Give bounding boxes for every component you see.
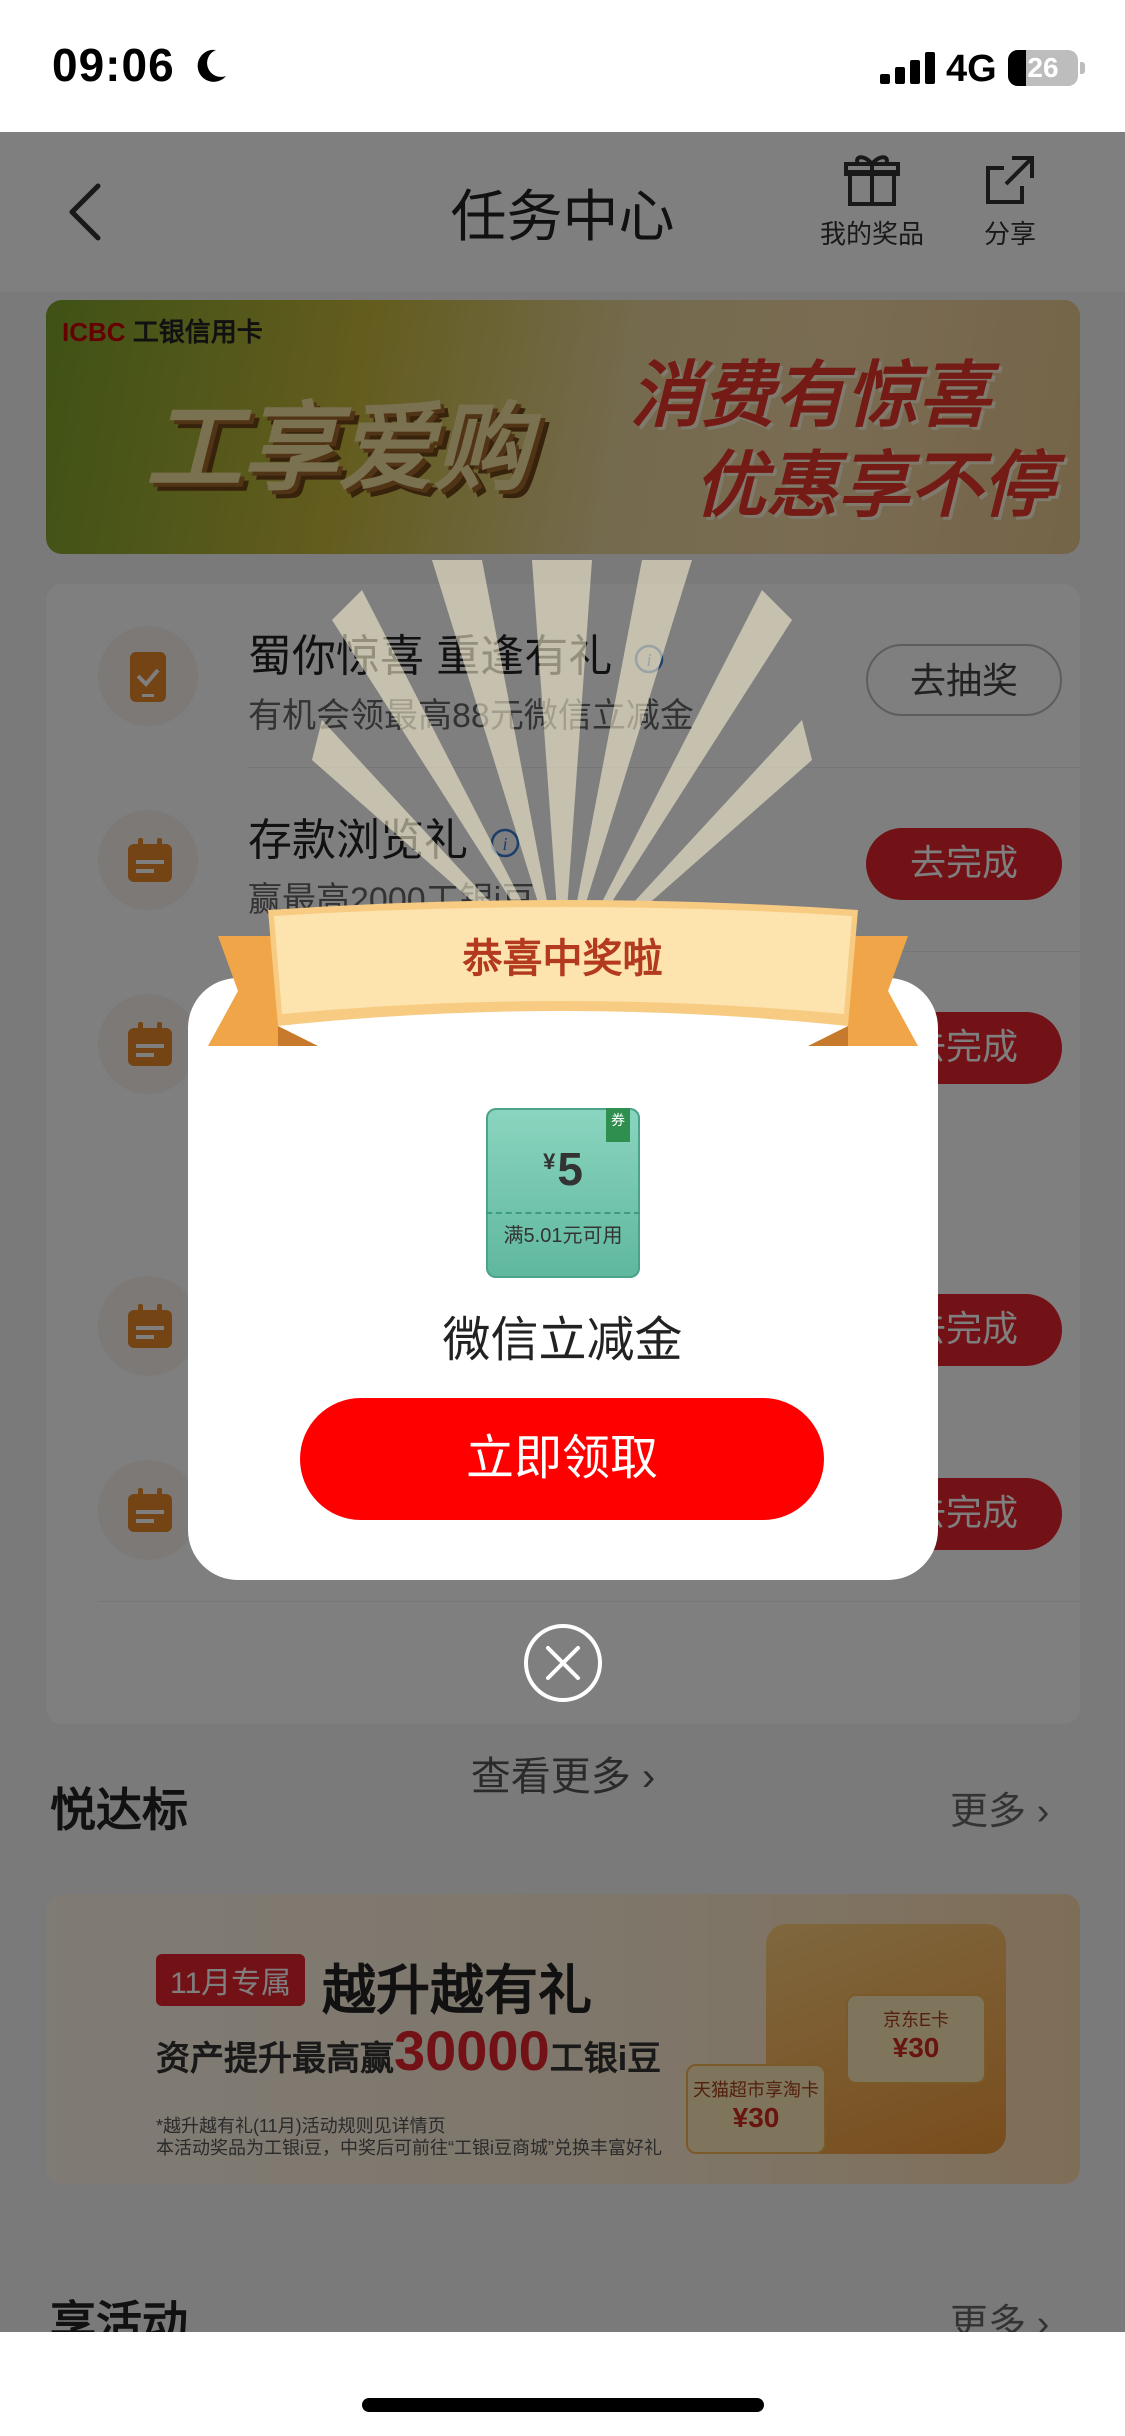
coupon-tag: 券: [606, 1108, 630, 1142]
coupon-amount: 5: [557, 1143, 583, 1195]
prize-name: 微信立减金: [442, 1314, 683, 1367]
battery-icon: 26: [1008, 50, 1078, 86]
close-icon[interactable]: [522, 1622, 604, 1704]
home-indicator-area: [0, 2332, 1125, 2436]
battery-cap: [1080, 62, 1085, 74]
modal-title: 恭喜中奖啦: [462, 937, 663, 981]
status-time: 09:06: [52, 39, 175, 91]
moon-icon: [197, 49, 226, 82]
coupon-currency: ¥: [543, 1149, 556, 1174]
signal-icon: [880, 52, 935, 84]
home-indicator[interactable]: [362, 2398, 764, 2412]
coupon-condition: 满5.01元可用: [503, 1225, 623, 1247]
status-bar: 09:06 4G 26: [0, 0, 1125, 132]
coupon-value: ¥5: [486, 1142, 640, 1196]
coupon-icon: 券 ¥5 满5.01元可用: [486, 1108, 640, 1278]
network-label: 4G: [946, 48, 997, 90]
claim-now-button[interactable]: 立即领取: [300, 1398, 824, 1520]
battery-level: 26: [1027, 52, 1059, 83]
coupon-divider: [486, 1212, 640, 1214]
